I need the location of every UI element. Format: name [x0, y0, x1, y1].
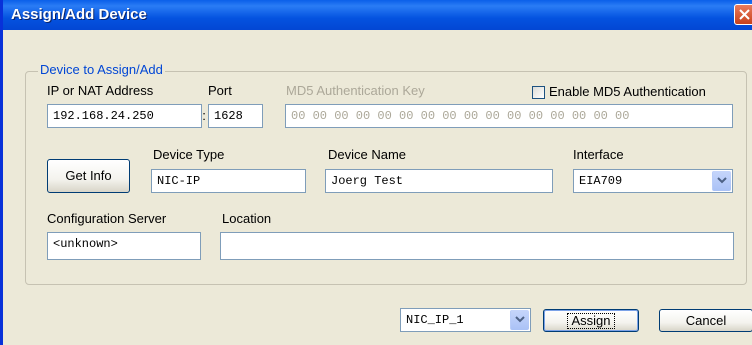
groupbox-legend: Device to Assign/Add: [38, 62, 165, 77]
port-separator: :: [202, 108, 206, 123]
interface-dropdown-button[interactable]: [712, 171, 731, 191]
location-input[interactable]: [220, 232, 734, 260]
cancel-button[interactable]: Cancel: [659, 309, 752, 332]
device-name-input[interactable]: Joerg Test: [325, 169, 553, 193]
md5-key-input[interactable]: 00 00 00 00 00 00 00 00 00 00 00 00 00 0…: [285, 104, 733, 128]
ip-address-label: IP or NAT Address: [47, 83, 154, 98]
device-name-label: Device Name: [328, 147, 407, 162]
device-type-label: Device Type: [153, 147, 225, 162]
cancel-label: Cancel: [685, 313, 727, 328]
nic-select-value: NIC_IP_1: [406, 313, 464, 327]
assign-label: Assign: [567, 313, 615, 329]
port-label: Port: [208, 83, 232, 98]
window-title: Assign/Add Device: [11, 6, 147, 23]
close-x-icon: [739, 9, 750, 20]
nic-dropdown-button[interactable]: [510, 310, 529, 330]
close-button[interactable]: [734, 4, 752, 25]
enable-md5-label[interactable]: Enable MD5 Authentication: [549, 84, 706, 99]
location-label: Location: [222, 211, 272, 226]
interface-select[interactable]: EIA709: [573, 169, 733, 193]
chevron-down-icon: [515, 316, 525, 323]
md5-key-label: MD5 Authentication Key: [286, 83, 425, 98]
ip-address-input[interactable]: 192.168.24.250: [47, 104, 202, 128]
enable-md5-checkbox[interactable]: [532, 86, 545, 99]
get-info-button[interactable]: Get Info: [47, 159, 130, 193]
get-info-label: Get Info: [65, 168, 112, 183]
interface-value: EIA709: [579, 174, 623, 188]
configuration-server-label: Configuration Server: [47, 211, 167, 226]
interface-label: Interface: [573, 147, 624, 162]
assign-button[interactable]: Assign: [543, 309, 639, 332]
port-input[interactable]: 1628: [208, 104, 263, 128]
chevron-down-icon: [717, 177, 727, 184]
title-bar[interactable]: Assign/Add Device: [3, 0, 752, 30]
nic-select[interactable]: NIC_IP_1: [400, 308, 531, 332]
device-type-input[interactable]: NIC-IP: [151, 169, 306, 193]
configuration-server-input[interactable]: <unknown>: [47, 232, 201, 260]
assign-add-device-dialog: Assign/Add Device Device to Assign/Add I…: [0, 0, 752, 345]
